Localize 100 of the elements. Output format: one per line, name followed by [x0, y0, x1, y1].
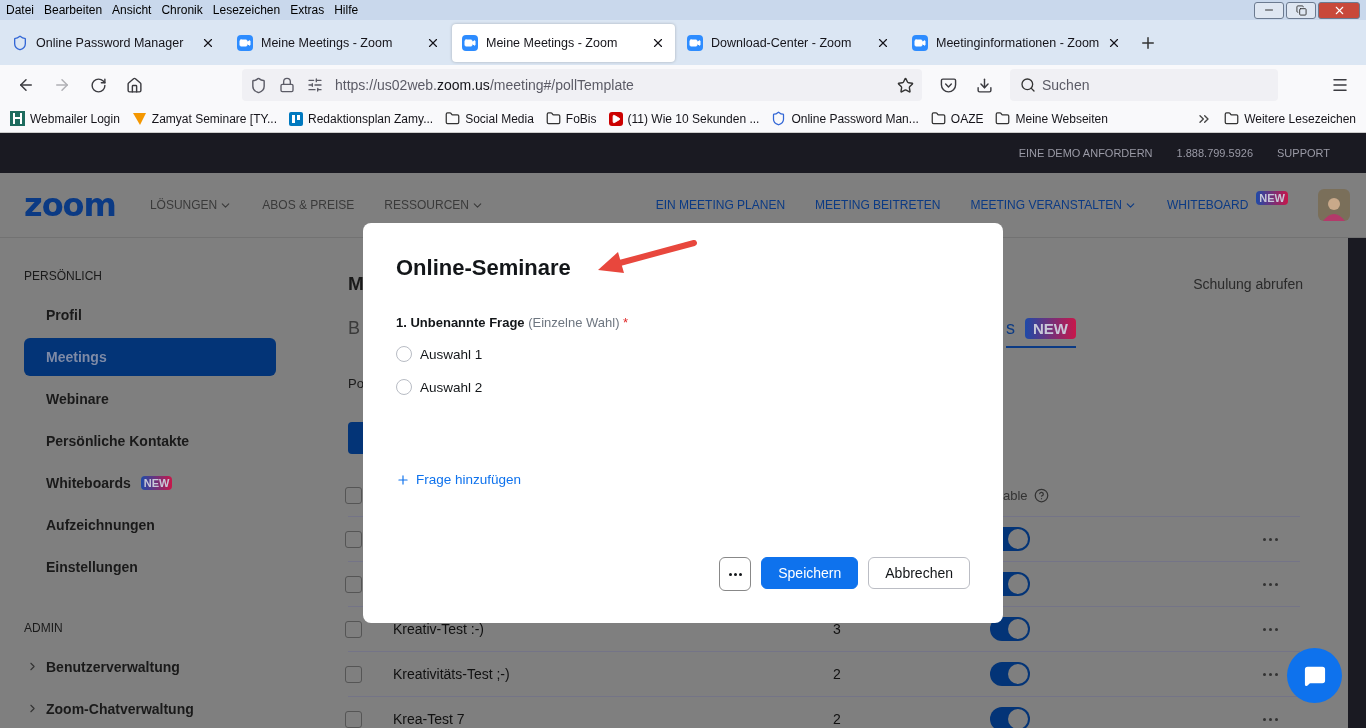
menu-item[interactable]: Hilfe: [334, 3, 359, 17]
training-link[interactable]: Schulung abrufen: [1193, 276, 1303, 292]
sidebar-item[interactable]: Webinare: [24, 380, 276, 418]
section-heading: PERSÖNLICH: [24, 268, 104, 285]
browser-tab[interactable]: Meetinginformationen - Zoom: [902, 23, 1125, 62]
bookmark[interactable]: Weitere Lesezeichen: [1224, 111, 1356, 126]
shield-icon: [771, 111, 787, 126]
help-icon[interactable]: [1033, 487, 1049, 503]
person-silhouette-icon: [1322, 195, 1346, 221]
mail-logo-icon: [10, 111, 25, 126]
column-header: able: [1003, 487, 1028, 503]
chat-icon: [1303, 664, 1326, 687]
address-bar[interactable]: https://us02web.zoom.us/meeting#/pollTemplate: [242, 69, 922, 101]
top-link[interactable]: EINE DEMO ANFORDERN: [1018, 147, 1153, 159]
table-cell: 2: [833, 666, 841, 682]
bookmark[interactable]: (11) Wie 10 Sekunden ...: [608, 111, 760, 126]
checkbox[interactable]: [345, 665, 362, 683]
checkbox[interactable]: [345, 486, 362, 504]
camera-icon: [912, 34, 928, 51]
bookmark[interactable]: Social Media: [445, 111, 534, 126]
radio-option[interactable]: Auswahl 1: [396, 345, 483, 363]
close-button[interactable]: [1318, 1, 1360, 19]
scrollbar-track[interactable]: [1348, 238, 1366, 728]
question-label: 1. Unbenannte Frage (Einzelne Wahl) *: [396, 315, 630, 330]
sidebar-item[interactable]: Zoom-Chatverwaltung: [24, 690, 276, 728]
radio-option[interactable]: Auswahl 2: [396, 378, 483, 396]
toggle-switch[interactable]: [990, 617, 1030, 641]
checkbox[interactable]: [345, 530, 362, 548]
add-question-link[interactable]: Frage hinzufügen: [396, 472, 522, 487]
table-cell: 2: [833, 711, 841, 727]
sidebar-item[interactable]: Persönliche Kontakte: [24, 422, 276, 460]
toggle-switch[interactable]: [990, 662, 1030, 686]
bookmark[interactable]: FoBis: [545, 111, 597, 126]
new-badge: NEW: [1025, 318, 1076, 339]
table-cell: 3: [833, 621, 841, 637]
folder-icon: [545, 111, 561, 126]
star-icon[interactable]: [897, 76, 914, 94]
sidebar-item[interactable]: Profil: [24, 296, 276, 334]
browser-tab[interactable]: Meine Meetings - Zoom: [452, 23, 675, 62]
restore-button[interactable]: [1286, 1, 1316, 19]
search-field[interactable]: Suchen: [1010, 69, 1278, 101]
bookmark[interactable]: OAZE: [930, 111, 984, 126]
browser-tab[interactable]: Download-Center - Zoom: [677, 23, 900, 62]
menu-item[interactable]: Chronik: [161, 3, 203, 17]
browser-tab[interactable]: Meine Meetings - Zoom: [227, 23, 450, 62]
folder-icon: [1224, 111, 1240, 126]
url-text: https://us02web.zoom.us/meeting#/pollTemplate: [335, 77, 635, 93]
checkbox[interactable]: [345, 710, 362, 728]
menu-item[interactable]: Datei: [6, 3, 34, 17]
cancel-button[interactable]: Abbrechen: [868, 557, 970, 589]
table-cell: Krea-Test 7: [393, 711, 465, 727]
more-button[interactable]: [719, 557, 752, 591]
menu-item[interactable]: Ansicht: [112, 3, 152, 17]
sidebar-item[interactable]: Einstellungen: [24, 548, 276, 586]
bookmark[interactable]: Webmailer Login: [10, 111, 120, 126]
toggle-switch[interactable]: [990, 707, 1030, 728]
table-cell: Kreativ-Test :-): [393, 621, 484, 637]
radio-button[interactable]: [396, 346, 412, 362]
plus-icon: [396, 472, 410, 487]
sidebar-item[interactable]: Benutzerverwaltung: [24, 648, 276, 686]
menu-item[interactable]: Extras: [290, 3, 325, 17]
section-heading: ADMIN: [24, 620, 64, 637]
browser-tab[interactable]: Online Password Manager: [2, 23, 225, 62]
page-title: M: [348, 273, 364, 295]
dialog-title: Online-Seminare: [396, 255, 571, 282]
radio-button[interactable]: [396, 379, 412, 395]
menu-item[interactable]: Bearbeiten: [44, 3, 103, 17]
top-link[interactable]: SUPPORT: [1277, 147, 1330, 159]
sidebar-item-label: Whiteboards: [46, 475, 131, 491]
minimize-button[interactable]: [1254, 1, 1284, 19]
top-link[interactable]: 1.888.799.5926: [1176, 147, 1253, 159]
lock-icon: [279, 77, 295, 93]
avatar[interactable]: [1318, 189, 1350, 221]
intro-text: Po: [348, 376, 364, 391]
save-button[interactable]: Speichern: [761, 557, 859, 589]
sidebar-item[interactable]: Whiteboards NEW: [24, 464, 276, 502]
camera-icon: [687, 34, 703, 51]
tab-label: s: [1006, 318, 1015, 339]
page-tab[interactable]: s NEW: [1006, 318, 1076, 348]
shield-icon: [250, 76, 267, 94]
sidebar-item[interactable]: Aufzeichnungen: [24, 506, 276, 544]
bookmark[interactable]: Meine Webseiten: [995, 111, 1108, 126]
camera-icon: [462, 34, 478, 51]
bookmark[interactable]: Online Password Man...: [771, 111, 919, 126]
bookmark[interactable]: Redaktionsplan Zamy...: [289, 111, 434, 126]
search-icon: [1020, 77, 1036, 93]
logo-icon: [131, 111, 147, 126]
new-badge: NEW: [1256, 191, 1288, 205]
play-icon: [608, 111, 623, 126]
chat-button[interactable]: [1287, 648, 1342, 703]
checkbox[interactable]: [345, 575, 362, 593]
table-cell: Kreativitäts-Test ;-): [393, 666, 510, 682]
sliders-icon[interactable]: [307, 77, 323, 93]
checkbox[interactable]: [345, 620, 362, 638]
menu-item[interactable]: Lesezeichen: [212, 3, 281, 17]
board-icon: [289, 111, 303, 126]
camera-icon: [237, 34, 253, 51]
folder-icon: [930, 111, 946, 126]
bookmark[interactable]: Zamyat Seminare [TY...: [131, 111, 277, 126]
restore-icon: [1295, 4, 1307, 16]
